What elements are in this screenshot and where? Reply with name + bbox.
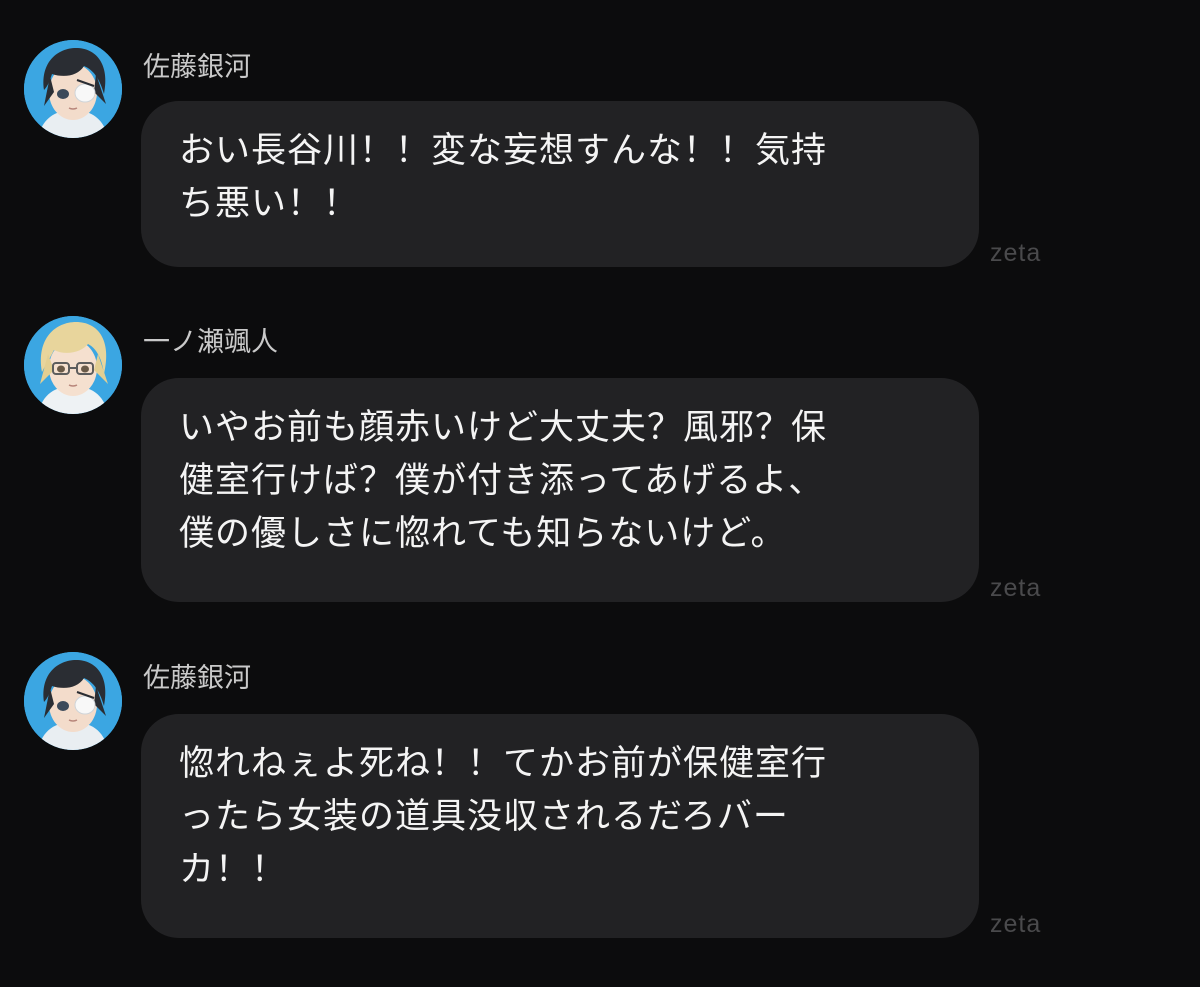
message-text: いやお前も顔赤いけど大丈夫？風邪？保 健室行けば？僕が付き添ってあげるよ、 僕の…: [179, 408, 828, 554]
sender-name: 佐藤銀河: [143, 663, 251, 694]
dark-haired-boy-eyepatch-avatar-icon: [24, 652, 122, 750]
message-text: おい長谷川！！変な妄想すんな！！気持 ち悪い！！: [179, 131, 828, 224]
message-bubble: おい長谷川！！変な妄想すんな！！気持 ち悪い！！: [141, 101, 979, 267]
avatar[interactable]: [24, 316, 122, 414]
avatar[interactable]: [24, 652, 122, 750]
sender-name: 一ノ瀬颯人: [143, 327, 278, 358]
message-bubble: 惚れねぇよ死ね！！てかお前が保健室行 ったら女装の道具没収されるだろバー カ！！: [141, 714, 979, 938]
avatar[interactable]: [24, 40, 122, 138]
message-text: 惚れねぇよ死ね！！てかお前が保健室行 ったら女装の道具没収されるだろバー カ！！: [179, 744, 828, 890]
zeta-watermark: zeta: [990, 574, 1042, 602]
zeta-watermark: zeta: [990, 910, 1042, 938]
dark-haired-boy-eyepatch-avatar-icon: [24, 40, 122, 138]
sender-name: 佐藤銀河: [143, 52, 251, 83]
blond-boy-glasses-avatar-icon: [24, 316, 122, 414]
message-bubble: いやお前も顔赤いけど大丈夫？風邪？保 健室行けば？僕が付き添ってあげるよ、 僕の…: [141, 378, 979, 602]
zeta-watermark: zeta: [990, 239, 1042, 267]
